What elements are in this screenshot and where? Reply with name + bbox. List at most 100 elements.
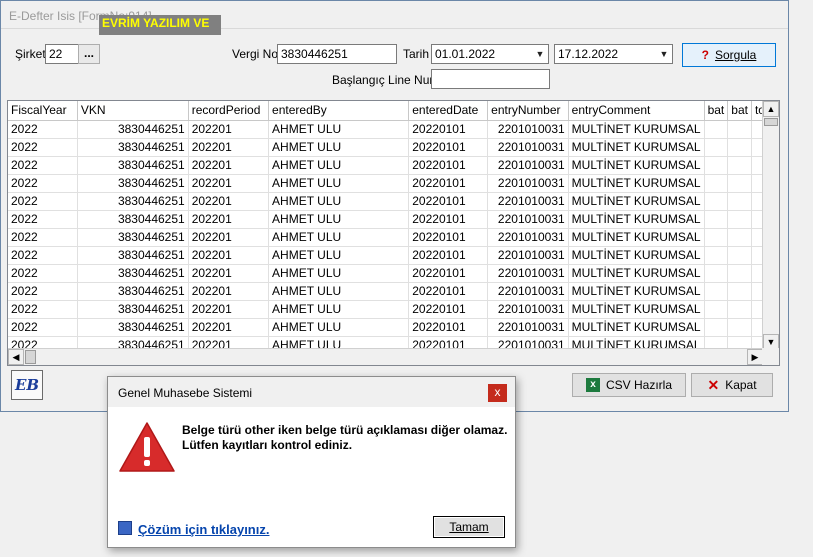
table-cell[interactable]: 3830446251	[77, 120, 189, 139]
table-cell[interactable]: MULTİNET KURUMSAL	[568, 318, 705, 337]
table-cell[interactable]: 2022	[8, 156, 78, 175]
table-cell[interactable]: MULTİNET KURUMSAL	[568, 210, 705, 229]
dialog-close-button[interactable]: x	[488, 384, 507, 402]
table-cell[interactable]	[704, 228, 729, 247]
table-cell[interactable]	[727, 156, 752, 175]
table-cell[interactable]: 20220101	[408, 228, 489, 247]
table-cell[interactable]: MULTİNET KURUMSAL	[568, 300, 705, 319]
table-cell[interactable]: 2201010031	[487, 264, 569, 283]
table-cell[interactable]: 202201	[188, 282, 270, 301]
grid-column-header[interactable]: FiscalYear	[8, 101, 78, 121]
table-cell[interactable]	[704, 210, 729, 229]
grid-horizontal-scrollbar[interactable]: ◀ ▶	[8, 348, 763, 365]
table-row[interactable]: 2022 3830446251 202201 AHMET ULU 20220101 220…	[8, 120, 779, 139]
table-cell[interactable]	[704, 156, 729, 175]
table-cell[interactable]: 202201	[188, 246, 270, 265]
table-cell[interactable]	[727, 138, 752, 157]
table-row[interactable]: 2022 3830446251 202201 AHMET ULU 20220101 220…	[8, 156, 779, 175]
table-cell[interactable]: 3830446251	[77, 174, 189, 193]
table-cell[interactable]: MULTİNET KURUMSAL	[568, 138, 705, 157]
grid-column-header[interactable]: recordPeriod	[188, 101, 270, 121]
table-cell[interactable]: 20220101	[408, 282, 489, 301]
scroll-right-icon[interactable]: ▶	[747, 349, 763, 365]
table-cell[interactable]: 20220101	[408, 192, 489, 211]
table-cell[interactable]: 2022	[8, 138, 78, 157]
table-cell[interactable]: 2022	[8, 300, 78, 319]
table-cell[interactable]: 2022	[8, 318, 78, 337]
table-row[interactable]: 2022 3830446251 202201 AHMET ULU 20220101 220…	[8, 300, 779, 319]
table-cell[interactable]	[727, 282, 752, 301]
chevron-down-icon[interactable]: ▼	[532, 45, 548, 63]
chevron-down-icon[interactable]: ▼	[656, 45, 672, 63]
table-cell[interactable]: 20220101	[408, 210, 489, 229]
table-cell[interactable]: 202201	[188, 228, 270, 247]
table-cell[interactable]: AHMET ULU	[268, 210, 410, 229]
table-cell[interactable]: AHMET ULU	[268, 120, 410, 139]
table-row[interactable]: 2022 3830446251 202201 AHMET ULU 20220101 220…	[8, 282, 779, 301]
horizontal-scroll-thumb[interactable]	[25, 350, 36, 364]
table-cell[interactable]	[727, 300, 752, 319]
csv-button[interactable]: x CSV Hazırla	[572, 373, 686, 397]
table-cell[interactable]: 20220101	[408, 138, 489, 157]
table-cell[interactable]: 202201	[188, 138, 270, 157]
grid-column-header[interactable]: enteredBy	[268, 101, 410, 121]
table-cell[interactable]: 2201010031	[487, 246, 569, 265]
date-to-combo[interactable]: 17.12.2022 ▼	[554, 44, 673, 64]
entries-grid[interactable]: FiscalYear VKN recordPeriod enteredBy entere…	[7, 100, 780, 366]
table-cell[interactable]: 202201	[188, 264, 270, 283]
table-cell[interactable]: AHMET ULU	[268, 300, 410, 319]
table-cell[interactable]: AHMET ULU	[268, 192, 410, 211]
table-row[interactable]: 2022 3830446251 202201 AHMET ULU 20220101 220…	[8, 210, 779, 229]
scroll-up-icon[interactable]: ▲	[763, 101, 779, 117]
table-cell[interactable]: 2201010031	[487, 318, 569, 337]
table-cell[interactable]: AHMET ULU	[268, 318, 410, 337]
table-cell[interactable]	[727, 246, 752, 265]
table-cell[interactable]: 20220101	[408, 174, 489, 193]
table-cell[interactable]	[727, 210, 752, 229]
table-cell[interactable]: MULTİNET KURUMSAL	[568, 120, 705, 139]
table-cell[interactable]: 2201010031	[487, 210, 569, 229]
table-cell[interactable]	[727, 264, 752, 283]
table-row[interactable]: 2022 3830446251 202201 AHMET ULU 20220101 220…	[8, 264, 779, 283]
table-cell[interactable]: 2201010031	[487, 192, 569, 211]
table-cell[interactable]: 202201	[188, 156, 270, 175]
grid-column-header[interactable]: bat	[704, 101, 729, 121]
table-cell[interactable]: 202201	[188, 210, 270, 229]
table-cell[interactable]: 2022	[8, 228, 78, 247]
table-cell[interactable]: AHMET ULU	[268, 228, 410, 247]
table-cell[interactable]: MULTİNET KURUMSAL	[568, 246, 705, 265]
table-cell[interactable]: 202201	[188, 174, 270, 193]
table-cell[interactable]: AHMET ULU	[268, 174, 410, 193]
table-cell[interactable]: 20220101	[408, 156, 489, 175]
table-cell[interactable]: 2201010031	[487, 228, 569, 247]
table-cell[interactable]	[727, 192, 752, 211]
dialog-help-link[interactable]: Çözüm için tıklayınız.	[138, 522, 269, 537]
grid-column-header[interactable]: entryNumber	[487, 101, 569, 121]
table-cell[interactable]: 20220101	[408, 318, 489, 337]
dialog-ok-button[interactable]: Tamam	[433, 516, 505, 538]
grid-vertical-scrollbar[interactable]: ▲ ▼	[762, 101, 779, 350]
date-from-combo[interactable]: 01.01.2022 ▼	[431, 44, 549, 64]
table-cell[interactable]: 3830446251	[77, 228, 189, 247]
table-cell[interactable]: AHMET ULU	[268, 138, 410, 157]
table-cell[interactable]: 2022	[8, 264, 78, 283]
table-row[interactable]: 2022 3830446251 202201 AHMET ULU 20220101 220…	[8, 246, 779, 265]
table-cell[interactable]	[727, 174, 752, 193]
table-cell[interactable]	[704, 138, 729, 157]
table-cell[interactable]: MULTİNET KURUMSAL	[568, 174, 705, 193]
table-cell[interactable]	[704, 282, 729, 301]
table-cell[interactable]: 2022	[8, 246, 78, 265]
company-code-field[interactable]: 22	[45, 44, 79, 64]
table-cell[interactable]: MULTİNET KURUMSAL	[568, 228, 705, 247]
table-cell[interactable]: 3830446251	[77, 156, 189, 175]
table-cell[interactable]: 2201010031	[487, 156, 569, 175]
table-cell[interactable]: 2201010031	[487, 300, 569, 319]
table-cell[interactable]: 3830446251	[77, 300, 189, 319]
table-cell[interactable]: AHMET ULU	[268, 246, 410, 265]
table-cell[interactable]: 2201010031	[487, 138, 569, 157]
grid-column-header[interactable]: VKN	[77, 101, 189, 121]
table-cell[interactable]: 3830446251	[77, 138, 189, 157]
close-button[interactable]: ✕ Kapat	[691, 373, 773, 397]
table-cell[interactable]: MULTİNET KURUMSAL	[568, 264, 705, 283]
table-cell[interactable]: 2201010031	[487, 282, 569, 301]
